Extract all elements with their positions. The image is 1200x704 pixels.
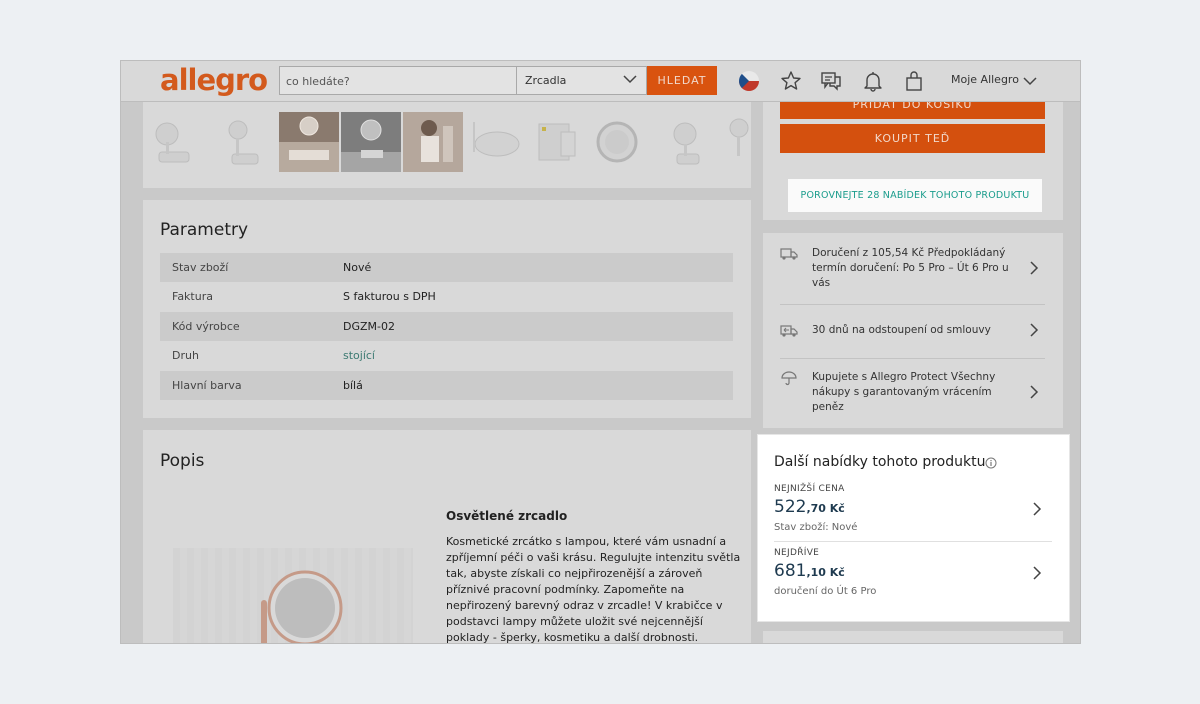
offer-sub: doručení do Út 6 Pro — [774, 586, 877, 597]
info-icon[interactable] — [985, 456, 997, 474]
search-button[interactable]: HLEDAT — [647, 66, 717, 95]
price-rest: ,70 Kč — [806, 502, 845, 515]
param-value: S fakturou s DPH — [343, 290, 436, 303]
chevron-right-icon — [1029, 260, 1039, 281]
gallery-thumb[interactable] — [525, 112, 585, 172]
return-truck-icon — [780, 323, 798, 339]
protect-row[interactable]: Kupujete s Allegro Protect Všechny nákup… — [780, 370, 1045, 418]
chevron-down-icon — [623, 74, 637, 87]
offer-sub: Stav zboží: Nové — [774, 522, 858, 533]
param-key: Hlavní barva — [172, 379, 242, 392]
image-gallery — [143, 102, 751, 188]
top-header: allegro co hledáte? Zrcadla HLEDAT Moje … — [121, 61, 1080, 102]
param-key: Faktura — [172, 290, 213, 303]
parameters-section: Parametry Stav zboží Nové Faktura S fakt… — [143, 200, 751, 418]
compare-offers-button[interactable]: POROVNEJTE 28 NABÍDEK TOHOTO PRODUKTU — [788, 179, 1042, 212]
category-value: Zrcadla — [525, 74, 567, 87]
gallery-thumb[interactable] — [587, 112, 647, 172]
param-value: DGZM-02 — [343, 320, 395, 333]
browser-viewport: Parametry Stav zboží Nové Faktura S fakt… — [120, 60, 1081, 644]
search-input[interactable]: co hledáte? — [279, 66, 517, 95]
description-text: Kosmetické zrcátko s lampou, které vám u… — [446, 535, 741, 644]
gallery-thumb[interactable] — [655, 112, 715, 172]
chevron-right-icon — [1029, 322, 1039, 343]
offers-title: Další nabídky tohoto produktu — [774, 454, 986, 470]
chevron-right-icon — [1029, 384, 1039, 405]
gallery-thumb[interactable] — [717, 112, 751, 172]
param-key: Stav zboží — [172, 261, 229, 274]
param-row: Faktura S fakturou s DPH — [160, 282, 733, 311]
return-row[interactable]: 30 dnů na odstoupení od smlouvy — [780, 323, 1045, 343]
param-value: Nové — [343, 261, 372, 274]
param-row: Druh stojící — [160, 341, 733, 370]
chevron-right-icon — [1032, 501, 1042, 522]
flag-cz-icon[interactable] — [738, 70, 760, 92]
param-key: Druh — [172, 349, 199, 362]
buy-box: PŘIDAT DO KOŠÍKU KOUPIT TEĎ POROVNEJTE 2… — [763, 90, 1063, 220]
offer-price: 522,70 Kč — [774, 497, 845, 517]
umbrella-icon — [780, 370, 798, 386]
my-allegro-menu[interactable]: Moje Allegro — [951, 73, 1019, 86]
divider — [780, 304, 1045, 305]
param-row: Hlavní barva bílá — [160, 371, 733, 400]
truck-icon — [780, 246, 798, 262]
gallery-thumb[interactable] — [341, 112, 401, 172]
buy-now-button[interactable]: KOUPIT TEĎ — [780, 124, 1045, 153]
offer-price: 681,10 Kč — [774, 561, 845, 581]
param-value-link[interactable]: stojící — [343, 349, 375, 362]
bag-icon[interactable] — [903, 70, 925, 92]
next-panel — [763, 631, 1063, 643]
param-row: Kód výrobce DGZM-02 — [160, 312, 733, 341]
description-heading: Osvětlené zrcadlo — [446, 509, 568, 523]
chevron-right-icon — [1032, 565, 1042, 586]
gallery-thumb[interactable] — [403, 112, 463, 172]
price-rest: ,10 Kč — [806, 566, 845, 579]
divider — [780, 358, 1045, 359]
param-key: Kód výrobce — [172, 320, 240, 333]
return-text: 30 dnů na odstoupení od smlouvy — [812, 324, 991, 336]
gallery-thumb[interactable] — [465, 112, 525, 172]
gallery-thumb[interactable] — [145, 112, 205, 172]
search-placeholder: co hledáte? — [286, 75, 350, 88]
star-icon[interactable] — [780, 70, 802, 92]
description-section: Popis Osvětlené zrcadlo Kosmetické zrcát… — [143, 430, 751, 644]
bell-icon[interactable] — [862, 70, 884, 92]
offer-label: NEJDŘÍVE — [774, 548, 820, 558]
product-image — [173, 548, 413, 643]
gallery-thumb[interactable] — [279, 112, 339, 172]
delivery-text: Doručení z 105,54 Kč Předpokládaný termí… — [812, 247, 1009, 289]
delivery-row[interactable]: Doručení z 105,54 Kč Předpokládaný termí… — [780, 246, 1045, 294]
chat-icon[interactable] — [820, 70, 842, 92]
price-main: 522 — [774, 497, 807, 517]
description-title: Popis — [160, 451, 205, 471]
chevron-down-icon[interactable] — [1023, 73, 1037, 91]
param-row: Stav zboží Nové — [160, 253, 733, 282]
allegro-logo[interactable]: allegro — [160, 63, 268, 97]
gallery-thumb[interactable] — [205, 112, 265, 172]
parameters-title: Parametry — [160, 220, 249, 240]
other-offers-card: Další nabídky tohoto produktu NEJNIŽŠÍ C… — [758, 435, 1069, 621]
price-main: 681 — [774, 561, 807, 581]
offer-label: NEJNIŽŠÍ CENA — [774, 484, 845, 494]
delivery-info: Doručení z 105,54 Kč Předpokládaný termí… — [763, 233, 1063, 428]
protect-text: Kupujete s Allegro Protect Všechny nákup… — [812, 371, 996, 413]
category-select[interactable]: Zrcadla — [517, 66, 647, 95]
divider — [774, 541, 1052, 542]
param-value: bílá — [343, 379, 363, 392]
